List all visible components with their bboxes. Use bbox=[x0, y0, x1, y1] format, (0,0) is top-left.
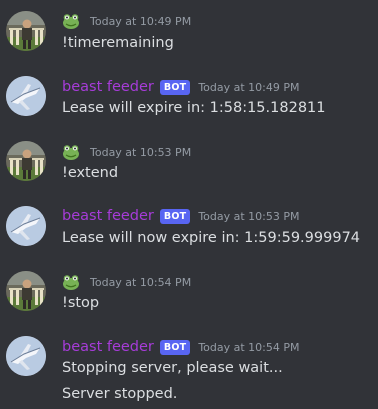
message-header: Today at 10:53 PM bbox=[62, 142, 191, 162]
frog-emoji-icon[interactable] bbox=[62, 143, 80, 161]
message-timestamp[interactable]: Today at 10:49 PM bbox=[198, 81, 299, 94]
message-header: beast feeder BOT Today at 10:53 PM bbox=[62, 206, 300, 226]
bot-username[interactable]: beast feeder bbox=[62, 79, 154, 95]
message-text: !stop bbox=[62, 295, 100, 311]
message-content: Lease will expire in: 1:58:15.182811 bbox=[62, 97, 326, 119]
message-text: Lease will now expire in: 1:59:59.999974 bbox=[62, 230, 361, 246]
user-avatar[interactable] bbox=[6, 271, 46, 311]
message-timestamp[interactable]: Today at 10:54 PM bbox=[90, 276, 191, 289]
message-text: Lease will expire in: 1:58:15.182811 bbox=[62, 100, 326, 116]
message-header: beast feeder BOT Today at 10:54 PM bbox=[62, 337, 300, 357]
message-header: beast feeder BOT Today at 10:49 PM bbox=[62, 77, 300, 97]
message-content: !stop bbox=[62, 292, 99, 314]
message-content: !timeremaining bbox=[62, 32, 174, 54]
bot-username[interactable]: beast feeder bbox=[62, 339, 154, 355]
user-avatar[interactable] bbox=[6, 141, 46, 181]
bot-avatar[interactable] bbox=[6, 206, 46, 246]
frog-emoji-icon[interactable] bbox=[62, 273, 80, 291]
message-header: Today at 10:49 PM bbox=[62, 11, 191, 31]
bot-tag-badge: BOT bbox=[159, 339, 191, 355]
bot-tag-badge: BOT bbox=[159, 208, 191, 224]
message-content: Stopping server, please wait... Server s… bbox=[62, 357, 283, 405]
message-timestamp[interactable]: Today at 10:53 PM bbox=[90, 146, 191, 159]
message-timestamp[interactable]: Today at 10:49 PM bbox=[90, 15, 191, 28]
message-content: Lease will now expire in: 1:59:59.999974 bbox=[62, 227, 360, 249]
message-timestamp[interactable]: Today at 10:53 PM bbox=[198, 210, 299, 223]
message-text: !timeremaining bbox=[62, 35, 174, 51]
bot-tag-badge: BOT bbox=[159, 79, 191, 95]
message-text: !extend bbox=[62, 165, 119, 181]
bot-avatar[interactable] bbox=[6, 336, 46, 376]
message-header: Today at 10:54 PM bbox=[62, 272, 191, 292]
bot-avatar[interactable] bbox=[6, 76, 46, 116]
message-text: Server stopped. bbox=[62, 386, 178, 402]
user-avatar[interactable] bbox=[6, 11, 46, 51]
bot-username[interactable]: beast feeder bbox=[62, 208, 154, 224]
message-timestamp[interactable]: Today at 10:54 PM bbox=[198, 341, 299, 354]
message-text: Stopping server, please wait... bbox=[62, 360, 283, 376]
message-content: !extend bbox=[62, 162, 118, 184]
chat-message-list: Today at 10:49 PM !timeremaining beast f… bbox=[0, 0, 378, 409]
frog-emoji-icon[interactable] bbox=[62, 12, 80, 30]
